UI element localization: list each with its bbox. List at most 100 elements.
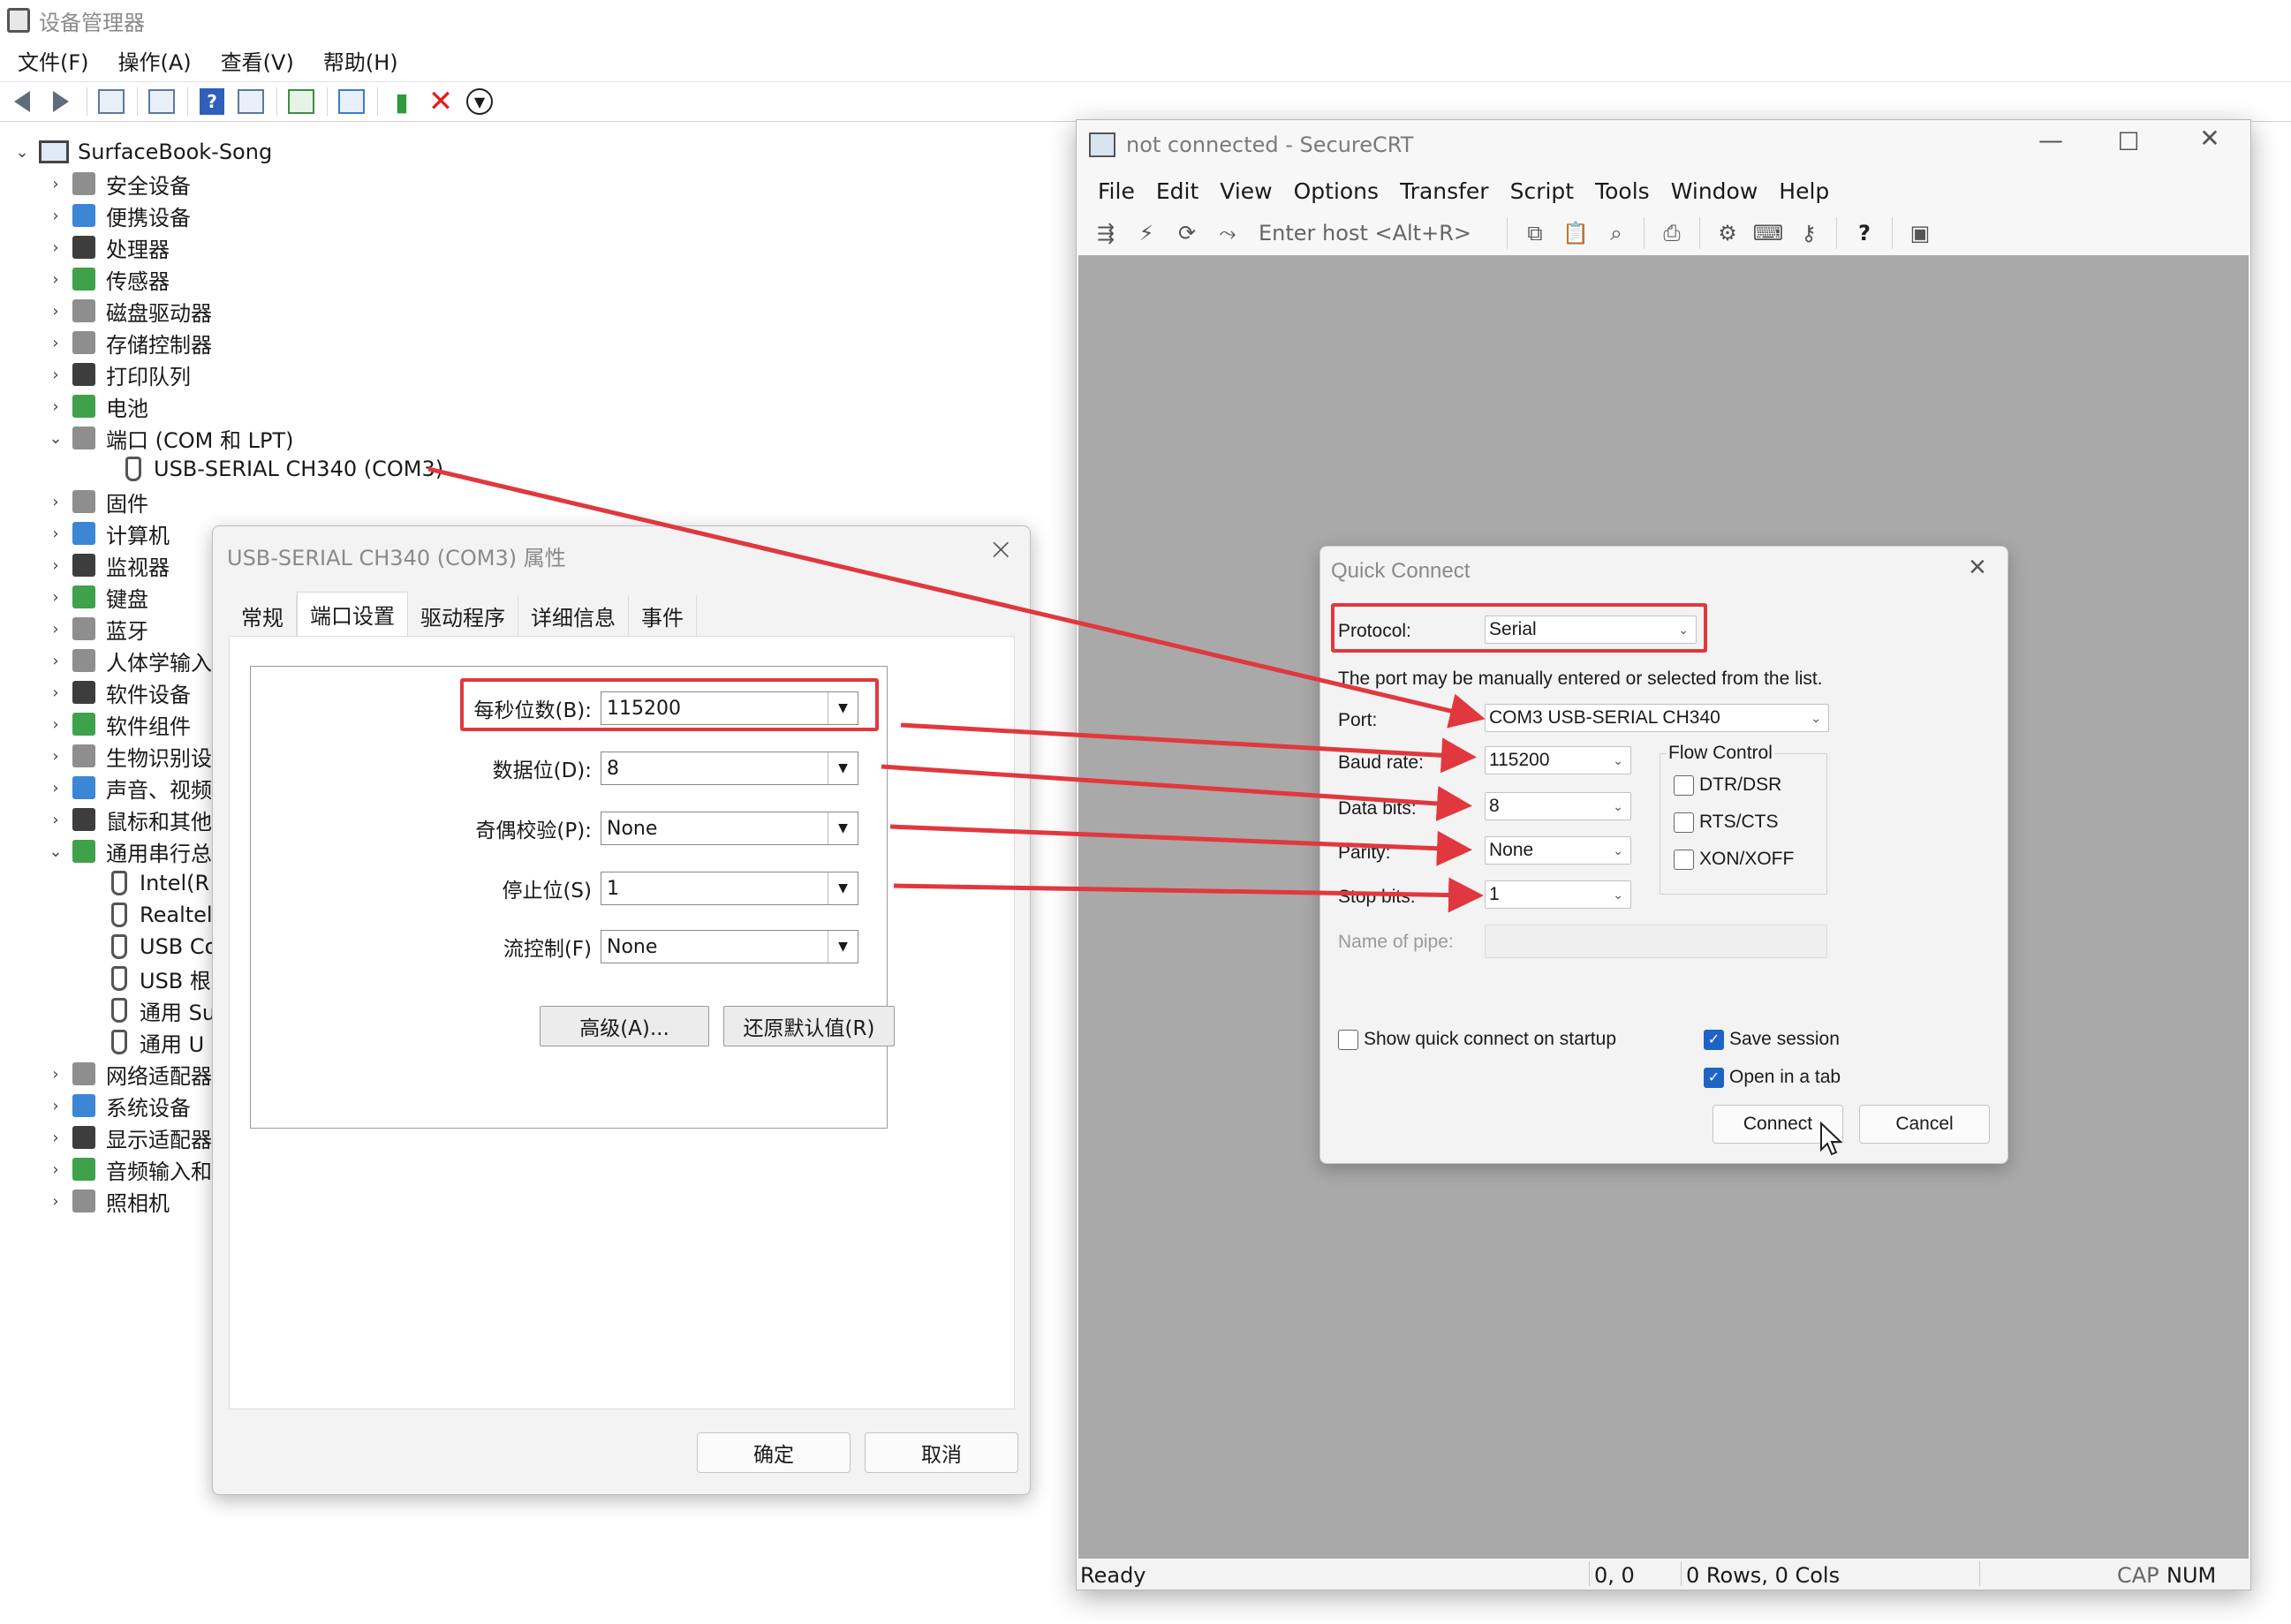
chevron-right-icon[interactable]: › bbox=[46, 779, 65, 797]
chevron-down-icon[interactable]: ⌄ bbox=[46, 429, 65, 448]
key-icon[interactable]: ⚷ bbox=[1796, 220, 1822, 246]
save-session-checkbox[interactable]: ✓ Save session bbox=[1704, 1029, 1840, 1050]
cancel-button[interactable]: 取消 bbox=[865, 1432, 1018, 1473]
parity-select[interactable]: None ⌄ bbox=[1485, 836, 1631, 865]
tree-category[interactable]: › 显示适配器 bbox=[46, 1122, 212, 1153]
chevron-right-icon[interactable]: › bbox=[46, 207, 65, 225]
menu-options[interactable]: Options bbox=[1294, 178, 1379, 204]
chevron-right-icon[interactable]: › bbox=[46, 238, 65, 257]
show-hide-console-tree-icon[interactable] bbox=[96, 87, 126, 117]
connect-icon[interactable]: ⇶ bbox=[1093, 220, 1119, 246]
close-icon[interactable]: × bbox=[988, 532, 1014, 567]
menu-edit[interactable]: Edit bbox=[1156, 178, 1198, 204]
chevron-right-icon[interactable]: › bbox=[46, 556, 65, 575]
keymap-icon[interactable]: ⌨ bbox=[1753, 220, 1784, 246]
stop-bits-select[interactable]: 1 ⌄ bbox=[1485, 880, 1631, 909]
properties-icon[interactable] bbox=[147, 87, 177, 117]
chevron-right-icon[interactable]: › bbox=[46, 1160, 65, 1179]
copy-icon[interactable]: ⧉ bbox=[1522, 220, 1548, 246]
tree-category[interactable]: › 蓝牙 bbox=[46, 613, 148, 645]
disconnect-icon[interactable]: ⤳ bbox=[1214, 220, 1241, 246]
menu-file[interactable]: 文件(F) bbox=[18, 45, 89, 76]
minimize-icon[interactable]: — bbox=[2030, 125, 2071, 155]
menu-window[interactable]: Window bbox=[1671, 178, 1758, 204]
menu-tools[interactable]: Tools bbox=[1595, 178, 1650, 204]
open-in-tab-checkbox[interactable]: ✓ Open in a tab bbox=[1704, 1067, 1841, 1088]
tree-category[interactable]: ⌄ 端口 (COM 和 LPT) bbox=[46, 422, 293, 454]
tree-category[interactable]: › 便携设备 bbox=[46, 200, 191, 231]
tree-root[interactable]: ⌄ SurfaceBook-Song bbox=[12, 136, 272, 168]
settings-gear-icon[interactable]: ⚙ bbox=[1714, 220, 1741, 246]
help-icon[interactable]: ? bbox=[1851, 220, 1878, 246]
sftp-icon[interactable]: ▣ bbox=[1907, 220, 1933, 246]
maximize-icon[interactable]: ☐ bbox=[2108, 127, 2149, 156]
chevron-right-icon[interactable]: › bbox=[46, 175, 65, 193]
chevron-right-icon[interactable]: › bbox=[46, 1065, 65, 1084]
tree-category[interactable]: › 声音、视频 bbox=[46, 772, 212, 804]
close-icon[interactable]: ✕ bbox=[2189, 124, 2230, 153]
flow-control-select[interactable]: None ▼ bbox=[601, 930, 858, 963]
restore-defaults-button[interactable]: 还原默认值(R) bbox=[723, 1006, 895, 1046]
chevron-right-icon[interactable]: › bbox=[46, 684, 65, 702]
tree-category[interactable]: › 鼠标和其他 bbox=[46, 804, 212, 835]
tree-child-item[interactable]: Realtel bbox=[111, 899, 213, 931]
tree-child-item[interactable]: 通用 Su bbox=[111, 994, 215, 1026]
data-bits-select[interactable]: 8 ⌄ bbox=[1485, 792, 1631, 820]
action-pane-icon[interactable] bbox=[236, 87, 266, 117]
quick-connect-icon[interactable]: ⚡ bbox=[1133, 220, 1160, 246]
tree-category[interactable]: › 计算机 bbox=[46, 517, 170, 549]
tree-child-item[interactable]: USB Co bbox=[111, 931, 217, 963]
close-icon[interactable]: × bbox=[1969, 550, 1986, 585]
tree-category[interactable]: › 生物识别设 bbox=[46, 740, 212, 772]
port-select[interactable]: COM3 USB-SERIAL CH340 ⌄ bbox=[1485, 704, 1829, 732]
menu-file[interactable]: File bbox=[1098, 178, 1135, 204]
ok-button[interactable]: 确定 bbox=[697, 1432, 851, 1473]
tree-category[interactable]: › 电池 bbox=[46, 390, 148, 422]
chevron-right-icon[interactable]: › bbox=[46, 747, 65, 766]
tab-events[interactable]: 事件 bbox=[629, 595, 697, 636]
update-driver-icon[interactable] bbox=[286, 87, 316, 117]
menu-view[interactable]: 查看(V) bbox=[221, 45, 294, 76]
dtr-dsr-checkbox[interactable]: DTR/DSR bbox=[1674, 774, 1781, 796]
tree-category[interactable]: › 人体学输入 bbox=[46, 645, 212, 676]
tab-port-settings[interactable]: 端口设置 bbox=[297, 592, 408, 636]
chevron-right-icon[interactable]: › bbox=[46, 366, 65, 384]
tree-category[interactable]: › 存储控制器 bbox=[46, 327, 212, 359]
tree-category[interactable]: › 软件设备 bbox=[46, 676, 191, 708]
menu-action[interactable]: 操作(A) bbox=[118, 45, 192, 76]
menu-script[interactable]: Script bbox=[1510, 178, 1575, 204]
chevron-right-icon[interactable]: › bbox=[46, 1129, 65, 1147]
chevron-right-icon[interactable]: › bbox=[46, 525, 65, 543]
xon-xoff-checkbox[interactable]: XON/XOFF bbox=[1674, 849, 1794, 870]
host-input[interactable]: Enter host <Alt+R> bbox=[1259, 221, 1471, 245]
tree-category[interactable]: › 传感器 bbox=[46, 263, 170, 295]
enable-device-icon[interactable]: ▮ bbox=[387, 87, 417, 117]
download-driver-icon[interactable]: ▼ bbox=[465, 87, 495, 117]
tree-category[interactable]: › 固件 bbox=[46, 486, 148, 517]
tree-category[interactable]: › 音频输入和 bbox=[46, 1153, 212, 1185]
rts-cts-checkbox[interactable]: RTS/CTS bbox=[1674, 812, 1778, 833]
tree-category[interactable]: › 照相机 bbox=[46, 1185, 170, 1217]
help-icon[interactable]: ? bbox=[197, 87, 227, 117]
tree-category[interactable]: › 键盘 bbox=[46, 581, 148, 613]
tree-child-item[interactable]: USB 根 bbox=[111, 963, 211, 994]
forward-arrow-icon[interactable] bbox=[46, 87, 76, 117]
tab-general[interactable]: 常规 bbox=[229, 595, 297, 636]
chevron-right-icon[interactable]: › bbox=[46, 811, 65, 829]
tree-category[interactable]: › 安全设备 bbox=[46, 168, 191, 200]
chevron-right-icon[interactable]: › bbox=[46, 620, 65, 638]
tree-category[interactable]: › 网络适配器 bbox=[46, 1058, 212, 1090]
tree-category[interactable]: › 软件组件 bbox=[46, 708, 191, 740]
tree-category[interactable]: › 系统设备 bbox=[46, 1090, 191, 1122]
tree-category[interactable]: › 打印队列 bbox=[46, 359, 191, 390]
chevron-down-icon[interactable]: ⌄ bbox=[46, 842, 65, 861]
chevron-down-icon[interactable]: ⌄ bbox=[12, 143, 32, 162]
chevron-right-icon[interactable]: › bbox=[46, 302, 65, 321]
tree-category[interactable]: › 磁盘驱动器 bbox=[46, 295, 212, 327]
chevron-right-icon[interactable]: › bbox=[46, 588, 65, 607]
tab-details[interactable]: 详细信息 bbox=[518, 595, 629, 636]
menu-transfer[interactable]: Transfer bbox=[1400, 178, 1489, 204]
chevron-right-icon[interactable]: › bbox=[46, 715, 65, 734]
tree-category[interactable]: ⌄ 通用串行总 bbox=[46, 835, 212, 867]
chevron-right-icon[interactable]: › bbox=[46, 270, 65, 289]
